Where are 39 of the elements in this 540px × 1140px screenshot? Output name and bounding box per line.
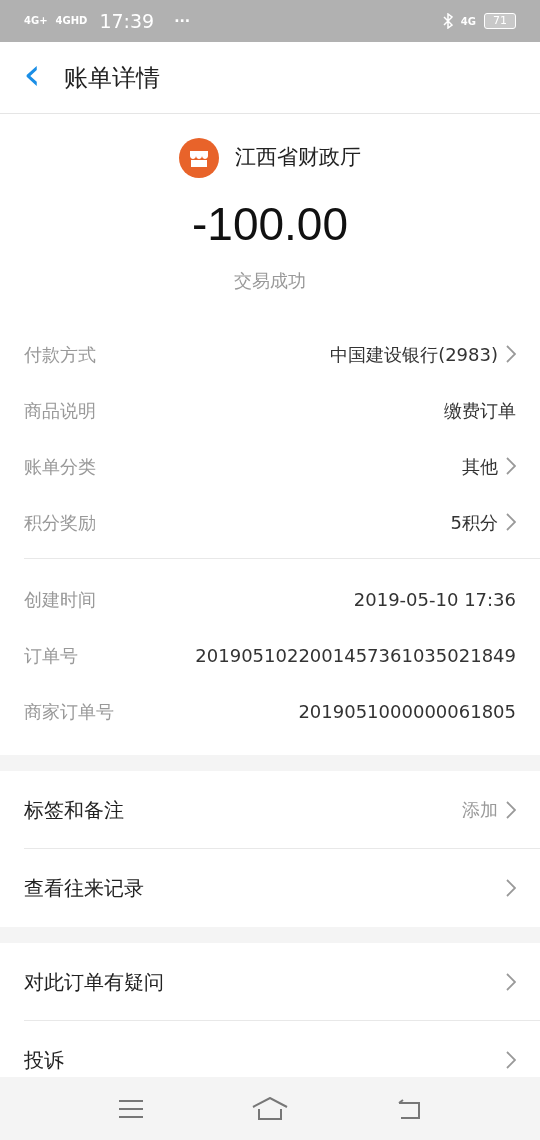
chevron-icon — [506, 457, 516, 475]
row-label: 积分奖励 — [24, 510, 96, 535]
list-item[interactable]: 对此订单有疑问 — [24, 943, 540, 1021]
row-value: 2019051022001457361035021849 — [195, 643, 516, 668]
row-label: 商品说明 — [24, 398, 96, 423]
row-value: 中国建设银行(2983) — [330, 342, 498, 367]
menu-icon[interactable] — [118, 1098, 144, 1119]
list-item[interactable]: 查看往来记录 — [24, 849, 540, 927]
home-icon[interactable] — [252, 1096, 288, 1121]
chevron-icon — [506, 800, 516, 819]
page-title: 账单详情 — [64, 62, 160, 94]
amount: -100.00 — [192, 197, 348, 252]
chevron-icon — [506, 513, 516, 531]
bluetooth-icon — [442, 13, 453, 29]
row-value: 2019051000000061805 — [298, 699, 516, 724]
more-indicator: ··· — [174, 11, 191, 31]
clock: 17:39 — [99, 8, 155, 34]
shop-icon — [179, 138, 219, 178]
transaction-status: 交易成功 — [234, 269, 306, 293]
row-label: 账单分类 — [24, 454, 96, 479]
chevron-icon — [506, 879, 516, 897]
row-value: 其他 — [462, 454, 498, 479]
row-label: 商家订单号 — [24, 699, 114, 724]
row-value: 缴费订单 — [444, 398, 516, 423]
chevron-icon — [506, 345, 516, 363]
row-label: 付款方式 — [24, 342, 96, 367]
signal-label: 4G+ — [24, 16, 48, 26]
chevron-icon — [506, 1051, 516, 1069]
row-value: 2019-05-10 17:36 — [353, 587, 516, 612]
chevron-icon — [506, 972, 516, 991]
signal-label: 4GHD — [55, 16, 88, 26]
list-item[interactable]: 投诉 — [24, 1021, 540, 1077]
row-label: 创建时间 — [24, 587, 96, 612]
merchant-name: 江西省财政厅 — [235, 144, 361, 172]
back-icon[interactable] — [396, 1097, 422, 1120]
list-item[interactable]: 标签和备注 添加 — [24, 771, 540, 849]
row-value: 5积分 — [450, 510, 498, 535]
row-label: 订单号 — [24, 643, 78, 668]
network-label: 4G — [460, 14, 476, 29]
